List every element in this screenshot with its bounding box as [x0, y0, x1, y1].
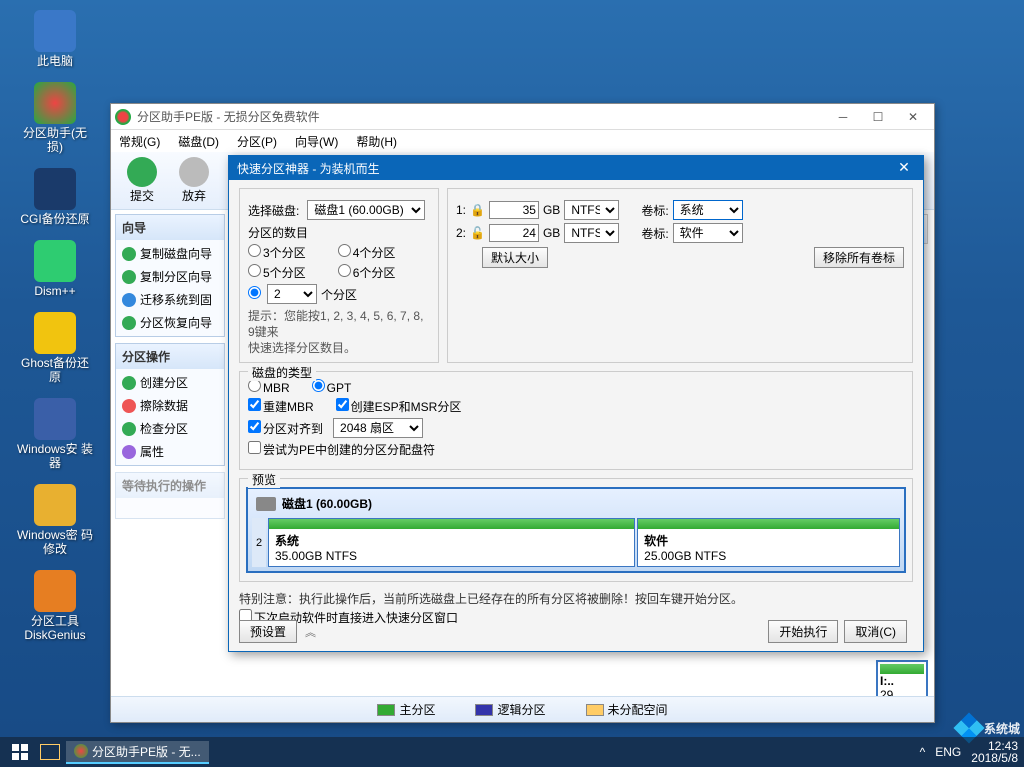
radio-5[interactable]: 5个分区: [248, 264, 306, 281]
app-icon: [115, 109, 131, 125]
statusbar: 主分区 逻辑分区 未分配空间: [111, 696, 934, 722]
preset-button[interactable]: 预设置: [239, 620, 297, 643]
sidebar-item[interactable]: 分区恢复向导: [118, 311, 222, 334]
chevron-icon: ︽: [305, 624, 316, 640]
check-rebuild-mbr[interactable]: 重建MBR: [248, 398, 314, 415]
right-fieldset: 1: 🔒 GB NTFS 卷标: 系统 2: 🔓 GB NTFS 卷标: 软件: [447, 188, 913, 363]
lock-icon[interactable]: 🔒: [470, 203, 485, 217]
radio-mbr[interactable]: MBR: [248, 379, 290, 395]
start-button[interactable]: 开始执行: [768, 620, 838, 643]
hint-text: 提示：您能按1, 2, 3, 4, 5, 6, 7, 8, 9键来 快速选择分区…: [248, 308, 430, 356]
panel-header: 等待执行的操作: [116, 473, 224, 498]
taskbar-app[interactable]: 分区助手PE版 - 无...: [66, 741, 209, 764]
radio-3[interactable]: 3个分区: [248, 244, 306, 261]
menu-help[interactable]: 帮助(H): [356, 133, 397, 150]
radio-4[interactable]: 4个分区: [338, 244, 396, 261]
menubar: 常规(G) 磁盘(D) 分区(P) 向导(W) 帮助(H): [111, 130, 934, 152]
desktop-icon[interactable]: Dism++: [10, 240, 100, 298]
size-2-input[interactable]: [489, 224, 539, 242]
sidebar-item[interactable]: 创建分区: [118, 371, 222, 394]
fs-1-select[interactable]: NTFS: [564, 200, 619, 220]
lock-icon[interactable]: 🔓: [470, 226, 485, 240]
discard-button[interactable]: 放弃: [173, 155, 215, 206]
window-title: 分区助手PE版 - 无损分区免费软件: [137, 108, 826, 125]
desktop-icon[interactable]: CGI备份还原: [10, 168, 100, 226]
disk-type-fieldset: 磁盘的类型 MBR GPT 重建MBR 创建ESP和MSR分区 分区对齐到 20…: [239, 371, 913, 470]
commit-button[interactable]: 提交: [121, 155, 163, 206]
menu-wizard[interactable]: 向导(W): [295, 133, 338, 150]
desktop-icon[interactable]: Windows密 码修改: [10, 484, 100, 556]
sidebar: 向导 复制磁盘向导 复制分区向导 迁移系统到固 分区恢复向导 分区操作 创建分区…: [115, 214, 225, 525]
quick-partition-dialog: 快速分区神器 - 为装机而生 ✕ 选择磁盘: 磁盘1 (60.00GB) 分区的…: [228, 155, 924, 652]
fs-2-select[interactable]: NTFS: [564, 223, 619, 243]
minimize-button[interactable]: ─: [826, 106, 860, 128]
start-button[interactable]: [6, 740, 34, 764]
legend-logical: 逻辑分区: [497, 701, 545, 718]
sidebar-item[interactable]: 迁移系统到固: [118, 288, 222, 311]
watermark: 系统城: [958, 717, 1020, 739]
custom-count-select[interactable]: 2: [267, 284, 317, 304]
titlebar: 分区助手PE版 - 无损分区免费软件 ─ ☐ ✕: [111, 104, 934, 130]
disk-select[interactable]: 磁盘1 (60.00GB): [307, 200, 425, 220]
sidebar-item[interactable]: 复制分区向导: [118, 265, 222, 288]
panel-header: 分区操作: [116, 344, 224, 369]
preview-part-2[interactable]: 软件25.00GB NTFS: [637, 518, 900, 567]
check-esp-msr[interactable]: 创建ESP和MSR分区: [336, 398, 462, 415]
cancel-button[interactable]: 取消(C): [844, 620, 907, 643]
radio-gpt[interactable]: GPT: [312, 379, 352, 395]
taskbar: 分区助手PE版 - 无... ^ ENG 12:43 2018/5/8: [0, 737, 1024, 767]
pending-panel: 等待执行的操作: [115, 472, 225, 519]
clear-labels-button[interactable]: 移除所有卷标: [814, 247, 904, 268]
select-disk-label: 选择磁盘:: [248, 202, 299, 219]
ime-lang[interactable]: ENG: [935, 745, 961, 759]
legend-primary: 主分区: [399, 701, 435, 718]
radio-custom[interactable]: [248, 286, 263, 302]
dialog-buttons: 预设置 ︽ 开始执行 取消(C): [239, 620, 913, 643]
count-title: 分区的数目: [248, 224, 430, 241]
vol-1-select[interactable]: 系统: [673, 200, 743, 220]
preview-fieldset: 预览 磁盘1 (60.00GB) 2 系统35.00GB NTFS 软件25.0…: [239, 478, 913, 582]
sidebar-item[interactable]: 擦除数据: [118, 394, 222, 417]
taskview-icon[interactable]: [40, 744, 60, 760]
panel-header: 向导: [116, 215, 224, 240]
legend-unalloc: 未分配空间: [608, 701, 668, 718]
desktop-icon[interactable]: 分区助手(无 损): [10, 82, 100, 154]
default-size-button[interactable]: 默认大小: [482, 247, 548, 268]
warning-text: 特别注意：执行此操作后，当前所选磁盘上已经存在的所有分区将被删除！按回车键开始分…: [239, 590, 913, 607]
desktop-icon[interactable]: 此电脑: [10, 10, 100, 68]
size-1-input[interactable]: [489, 201, 539, 219]
menu-disk[interactable]: 磁盘(D): [178, 133, 219, 150]
sidebar-item[interactable]: 属性: [118, 440, 222, 463]
dialog-close-button[interactable]: ✕: [893, 159, 915, 177]
menu-general[interactable]: 常规(G): [119, 133, 160, 150]
preview-part-1[interactable]: 系统35.00GB NTFS: [268, 518, 635, 567]
dialog-titlebar: 快速分区神器 - 为装机而生 ✕: [229, 156, 923, 180]
close-button[interactable]: ✕: [896, 106, 930, 128]
align-select[interactable]: 2048 扇区: [333, 418, 423, 438]
desktop-icon[interactable]: Ghost备份还 原: [10, 312, 100, 384]
sidebar-item[interactable]: 检查分区: [118, 417, 222, 440]
dialog-title: 快速分区神器 - 为装机而生: [237, 160, 893, 177]
left-fieldset: 选择磁盘: 磁盘1 (60.00GB) 分区的数目 3个分区 4个分区 5个分区…: [239, 188, 439, 363]
maximize-button[interactable]: ☐: [861, 106, 895, 128]
sidebar-item[interactable]: 复制磁盘向导: [118, 242, 222, 265]
check-pe-assign[interactable]: 尝试为PE中创建的分区分配盘符: [248, 441, 435, 458]
clock-date[interactable]: 2018/5/8: [971, 752, 1018, 764]
tray-up-icon[interactable]: ^: [920, 745, 926, 759]
check-align[interactable]: 分区对齐到: [248, 420, 323, 437]
wizard-panel: 向导 复制磁盘向导 复制分区向导 迁移系统到固 分区恢复向导: [115, 214, 225, 337]
desktop-icons: 此电脑 分区助手(无 损) CGI备份还原 Dism++ Ghost备份还 原 …: [10, 10, 100, 656]
desktop-icon[interactable]: Windows安 装器: [10, 398, 100, 470]
ops-panel: 分区操作 创建分区 擦除数据 检查分区 属性: [115, 343, 225, 466]
disk-preview: 磁盘1 (60.00GB) 2 系统35.00GB NTFS 软件25.00GB…: [246, 487, 906, 573]
radio-6[interactable]: 6个分区: [338, 264, 396, 281]
disk-icon: [256, 497, 276, 511]
desktop-icon[interactable]: 分区工具 DiskGenius: [10, 570, 100, 642]
menu-partition[interactable]: 分区(P): [237, 133, 277, 150]
vol-2-select[interactable]: 软件: [673, 223, 743, 243]
